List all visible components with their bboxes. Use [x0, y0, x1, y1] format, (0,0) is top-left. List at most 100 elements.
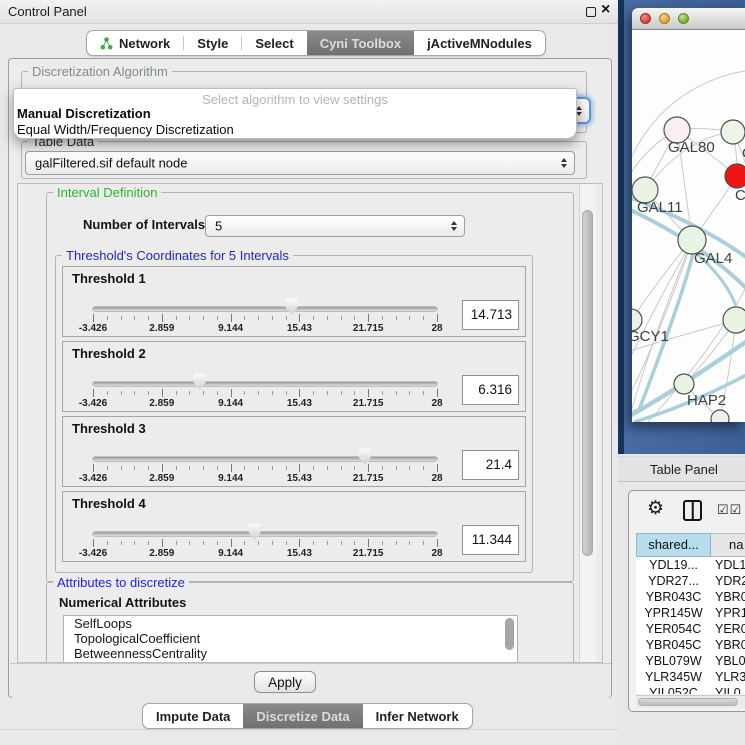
- table-cell-name: YBL0: [711, 653, 745, 669]
- table-row[interactable]: YDR27...YDR2: [636, 573, 745, 589]
- tab-select[interactable]: Select: [242, 31, 306, 55]
- numerical-attributes-list[interactable]: SelfLoopsTopologicalCoefficientBetweenne…: [63, 615, 518, 663]
- slider-track[interactable]: [93, 532, 437, 536]
- table-row[interactable]: YBR043CYBR0: [636, 589, 745, 605]
- numerical-attributes-label: Numerical Attributes: [59, 595, 186, 610]
- tab-discretize-data[interactable]: Discretize Data: [243, 704, 362, 728]
- slider-track[interactable]: [93, 307, 437, 311]
- table-cell-shared-name: YDL19...: [636, 557, 711, 573]
- slider-track[interactable]: [93, 457, 437, 461]
- network-node[interactable]: [674, 374, 694, 394]
- control-panel-title: Control Panel: [8, 4, 87, 19]
- table-rows: YDL19...YDL1YDR27...YDR2YBR043CYBR0YPR14…: [636, 557, 745, 694]
- threshold-slider[interactable]: -3.4262.8599.14415.4321.71528: [93, 267, 437, 338]
- network-node[interactable]: [711, 410, 729, 422]
- slider-thumb[interactable]: [358, 448, 372, 465]
- vertical-scrollbar-thumb[interactable]: [582, 210, 593, 556]
- tab-network[interactable]: Network: [87, 31, 183, 55]
- table-header-row: shared... na: [636, 533, 745, 557]
- tab-style-label: Style: [197, 36, 228, 51]
- slider-thumb[interactable]: [248, 523, 262, 540]
- table-panel-window: ⚙ ☑☑ shared... na YDL19...YDL1YDR27...YD…: [628, 490, 745, 712]
- table-data-combo[interactable]: galFiltered.sif default node: [25, 151, 575, 175]
- settings-scroll-viewport: Interval Definition Number of Intervals …: [17, 183, 603, 663]
- number-of-intervals-value: 5: [215, 219, 222, 234]
- vertical-scrollbar-track[interactable]: [579, 184, 596, 662]
- algorithm-option-equal-width[interactable]: Equal Width/Frequency Discretization: [17, 122, 234, 137]
- network-node[interactable]: [721, 120, 745, 144]
- close-icon[interactable]: ×: [601, 1, 610, 19]
- close-traffic-light[interactable]: [640, 13, 651, 24]
- attribute-list-item[interactable]: BetweennessCentrality: [64, 646, 517, 661]
- table-cell-shared-name: YLR345W: [636, 669, 711, 685]
- threshold-slider[interactable]: -3.4262.8599.14415.4321.71528: [93, 492, 437, 563]
- threshold-panel: Threshold 2-3.4262.8599.14415.4321.71528…: [62, 341, 526, 412]
- threshold-slider[interactable]: -3.4262.8599.14415.4321.71528: [93, 417, 437, 488]
- top-tab-bar: Network Style Select Cyni Toolbox jActiv…: [86, 30, 546, 56]
- slider-tick-labels: -3.4262.8599.14415.4321.71528: [93, 473, 437, 485]
- interval-definition-title: Interval Definition: [53, 185, 161, 200]
- slider-thumb[interactable]: [285, 298, 299, 315]
- table-row[interactable]: YDL19...YDL1: [636, 557, 745, 573]
- horizontal-scrollbar-track[interactable]: [636, 695, 745, 708]
- table-cell-shared-name: YIL052C: [636, 685, 711, 694]
- tab-select-label: Select: [255, 36, 293, 51]
- float-window-icon[interactable]: [586, 7, 596, 17]
- network-view-window: GAL80GACGAL11GAL4GCY1HHAP2: [632, 8, 745, 422]
- list-scrollbar-thumb[interactable]: [505, 618, 514, 650]
- tab-discretize-data-label: Discretize Data: [256, 709, 349, 724]
- table-cell-shared-name: YPR145W: [636, 605, 711, 621]
- threshold-value-field[interactable]: 11.344: [462, 525, 519, 555]
- attribute-list-item[interactable]: TopologicalCoefficient: [64, 631, 517, 646]
- tab-impute-data-label: Impute Data: [156, 709, 230, 724]
- algorithm-option-manual[interactable]: Manual Discretization: [17, 106, 151, 121]
- tab-jactivemnodules[interactable]: jActiveMNodules: [414, 31, 545, 55]
- threshold-panel: Threshold 1-3.4262.8599.14415.4321.71528…: [62, 266, 526, 337]
- tab-impute-data[interactable]: Impute Data: [143, 704, 243, 728]
- network-node[interactable]: [723, 307, 745, 333]
- table-header-name[interactable]: na: [711, 533, 745, 557]
- network-icon: [100, 37, 113, 50]
- tab-infer-network[interactable]: Infer Network: [363, 704, 472, 728]
- slider-thumb[interactable]: [193, 373, 207, 390]
- minimize-traffic-light[interactable]: [659, 13, 670, 24]
- slider-track[interactable]: [93, 382, 437, 386]
- horizontal-scrollbar-thumb[interactable]: [638, 698, 738, 706]
- table-row[interactable]: YPR145WYPR1: [636, 605, 745, 621]
- network-node-label: GAL4: [694, 250, 732, 267]
- table-row[interactable]: YBR045CYBR0: [636, 637, 745, 653]
- window-bottom-divider: [0, 729, 618, 730]
- network-canvas[interactable]: GAL80GACGAL11GAL4GCY1HHAP2: [632, 30, 745, 422]
- gear-icon[interactable]: ⚙: [647, 497, 664, 520]
- tab-style[interactable]: Style: [184, 31, 241, 55]
- threshold-value-field[interactable]: 14.713: [462, 300, 519, 330]
- slider-ticks: [93, 539, 437, 548]
- attribute-list-item[interactable]: SelfLoops: [64, 616, 517, 631]
- threshold-slider[interactable]: -3.4262.8599.14415.4321.71528: [93, 342, 437, 413]
- network-node[interactable]: [725, 164, 745, 188]
- tab-cyni-toolbox[interactable]: Cyni Toolbox: [307, 31, 414, 55]
- table-row[interactable]: YER054CYER0: [636, 621, 745, 637]
- table-cell-shared-name: YER054C: [636, 621, 711, 637]
- network-window-titlebar: [632, 8, 745, 30]
- number-of-intervals-label: Number of Intervals: [83, 217, 205, 232]
- number-of-intervals-combo[interactable]: 5: [205, 215, 465, 237]
- table-row[interactable]: YLR345WYLR3: [636, 669, 745, 685]
- table-row[interactable]: YIL052CYIL0: [636, 685, 745, 694]
- attributes-group-title: Attributes to discretize: [53, 575, 189, 590]
- algorithm-dropdown-popup: Select algorithm to view settings Manual…: [13, 88, 577, 139]
- threshold-value-field[interactable]: 6.316: [462, 375, 519, 405]
- columns-icon[interactable]: [683, 500, 702, 521]
- combo-stepper-icon: [561, 158, 567, 168]
- table-row[interactable]: YBL079WYBL0: [636, 653, 745, 669]
- apply-row: Apply: [10, 663, 611, 698]
- threshold-panel: Threshold 3-3.4262.8599.14415.4321.71528…: [62, 416, 526, 487]
- table-header-shared-name[interactable]: shared...: [636, 533, 711, 557]
- table-panel-titlebar: Table Panel: [618, 456, 745, 482]
- table-cell-name: YDL1: [711, 557, 745, 573]
- checkboxes-icon[interactable]: ☑☑: [717, 502, 742, 518]
- apply-button[interactable]: Apply: [254, 671, 316, 693]
- threshold-value-field[interactable]: 21.4: [462, 450, 519, 480]
- zoom-traffic-light[interactable]: [678, 13, 689, 24]
- screenshot-root: Control Panel × Network Style Select Cyn…: [0, 0, 745, 745]
